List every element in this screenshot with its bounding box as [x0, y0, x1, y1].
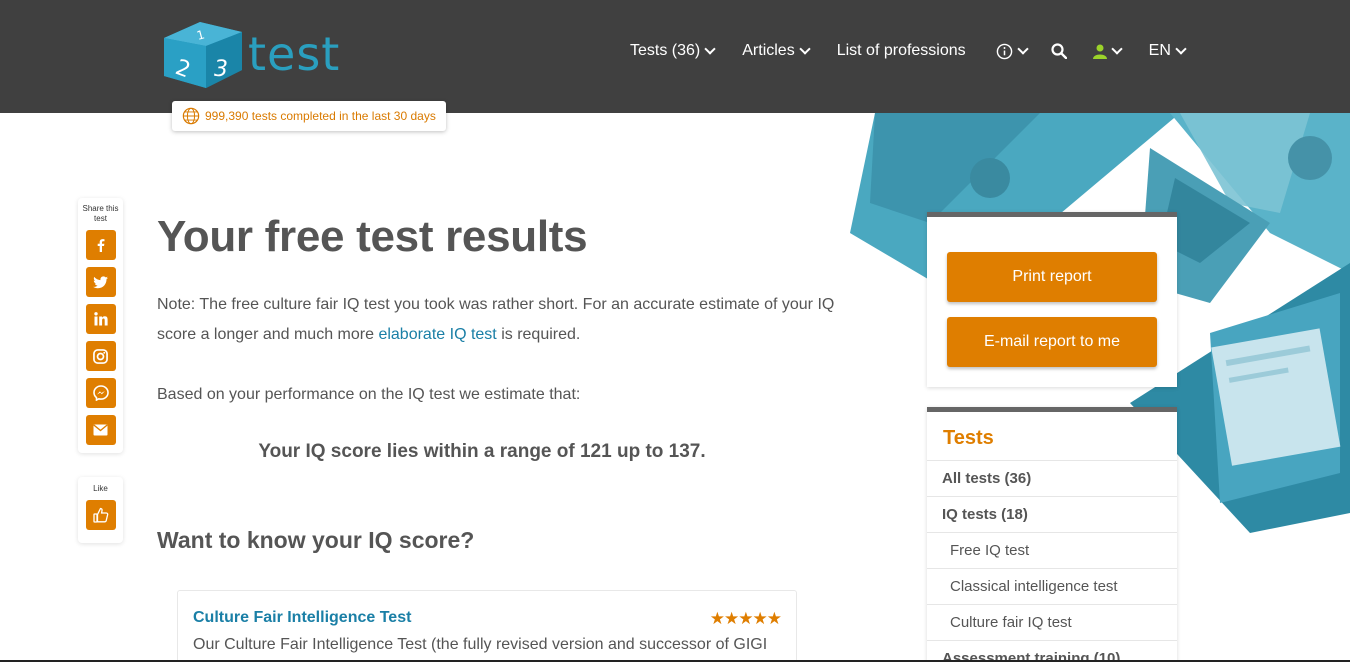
estimate-intro: Based on your performance on the IQ test… [157, 386, 581, 403]
star-rating: ★★★★★ [709, 609, 782, 628]
user-icon [1092, 44, 1107, 59]
counter-text: 999,390 tests completed in the last 30 d… [205, 109, 436, 123]
share-sidebar: Share this test [78, 198, 123, 453]
facebook-share-button[interactable] [85, 230, 116, 260]
tests-item-classical[interactable]: Classical intelligence test [927, 569, 1177, 605]
tests-item-assessment[interactable]: Assessment training (10) [927, 641, 1177, 662]
tests-item-iq[interactable]: IQ tests (18) [927, 497, 1177, 533]
messenger-share-button[interactable] [85, 378, 116, 408]
nav-tests-label: Tests (36) [630, 42, 701, 59]
report-widget: Print report E-mail report to me [927, 212, 1177, 387]
instagram-share-button[interactable] [85, 341, 116, 371]
main-nav: Tests (36) Articles List of professions [630, 42, 1213, 60]
nav-professions-label: List of professions [836, 42, 966, 59]
messenger-icon [92, 385, 109, 401]
thumbs-up-icon [92, 507, 108, 523]
tests-panel-heading: Tests [927, 412, 1177, 461]
top-navigation-bar: 1 2 3 test Tests (36) Articles List of p… [0, 0, 1350, 113]
tests-item-all[interactable]: All tests (36) [927, 461, 1177, 497]
info-icon [996, 43, 1012, 59]
test-card-title[interactable]: Culture Fair Intelligence Test [193, 609, 781, 627]
tests-panel: Tests All tests (36) IQ tests (18) Free … [927, 407, 1177, 662]
language-label: EN [1148, 42, 1171, 59]
nav-professions[interactable]: List of professions [837, 42, 966, 60]
share-title: Share this test [82, 204, 119, 223]
tests-item-free-iq[interactable]: Free IQ test [927, 533, 1177, 569]
like-title: Like [93, 484, 108, 493]
search-icon [1051, 43, 1067, 59]
chevron-down-icon [799, 43, 811, 55]
nav-tests[interactable]: Tests (36) [630, 42, 716, 60]
email-share-button[interactable] [85, 415, 116, 445]
section-heading: Want to know your IQ score? [157, 527, 475, 553]
test-card[interactable]: Culture Fair Intelligence Test ★★★★★ Our… [177, 590, 797, 662]
chevron-down-icon [1016, 43, 1029, 55]
chevron-down-icon [1175, 43, 1187, 55]
test-note: Note: The free culture fair IQ test you … [157, 290, 847, 350]
language-selector[interactable]: EN [1148, 42, 1187, 60]
site-logo[interactable]: 1 2 3 test [162, 18, 340, 90]
twitter-icon [93, 275, 108, 288]
elaborate-iq-test-link[interactable]: elaborate IQ test [378, 326, 496, 343]
logo-text: test [248, 27, 341, 81]
linkedin-icon [93, 312, 108, 326]
nav-articles[interactable]: Articles [742, 42, 811, 60]
email-report-button[interactable]: E-mail report to me [947, 317, 1157, 367]
note-text-end: is required. [496, 326, 581, 343]
iq-score-range: Your IQ score lies within a range of 121… [258, 441, 706, 462]
linkedin-share-button[interactable] [85, 304, 116, 334]
nav-articles-label: Articles [742, 42, 795, 59]
instagram-icon [93, 348, 108, 364]
like-button[interactable] [85, 500, 116, 530]
page-title: Your free test results [157, 212, 588, 261]
globe-icon [182, 107, 200, 125]
chevron-down-icon [704, 43, 716, 55]
chevron-down-icon [1110, 43, 1123, 55]
twitter-share-button[interactable] [85, 267, 116, 297]
test-card-description: Our Culture Fair Intelligence Test (the … [193, 636, 768, 653]
tests-item-culture-fair[interactable]: Culture fair IQ test [927, 605, 1177, 641]
like-widget: Like [78, 477, 123, 543]
nav-info[interactable] [996, 43, 1029, 60]
email-icon [93, 424, 108, 436]
tests-completed-counter: 999,390 tests completed in the last 30 d… [172, 101, 446, 131]
svg-text:3: 3 [214, 57, 228, 82]
nav-search[interactable] [1051, 43, 1067, 59]
facebook-icon [97, 239, 104, 252]
nav-user[interactable] [1092, 43, 1123, 59]
print-report-button[interactable]: Print report [947, 252, 1157, 302]
dice-logo-icon: 1 2 3 [162, 18, 244, 90]
